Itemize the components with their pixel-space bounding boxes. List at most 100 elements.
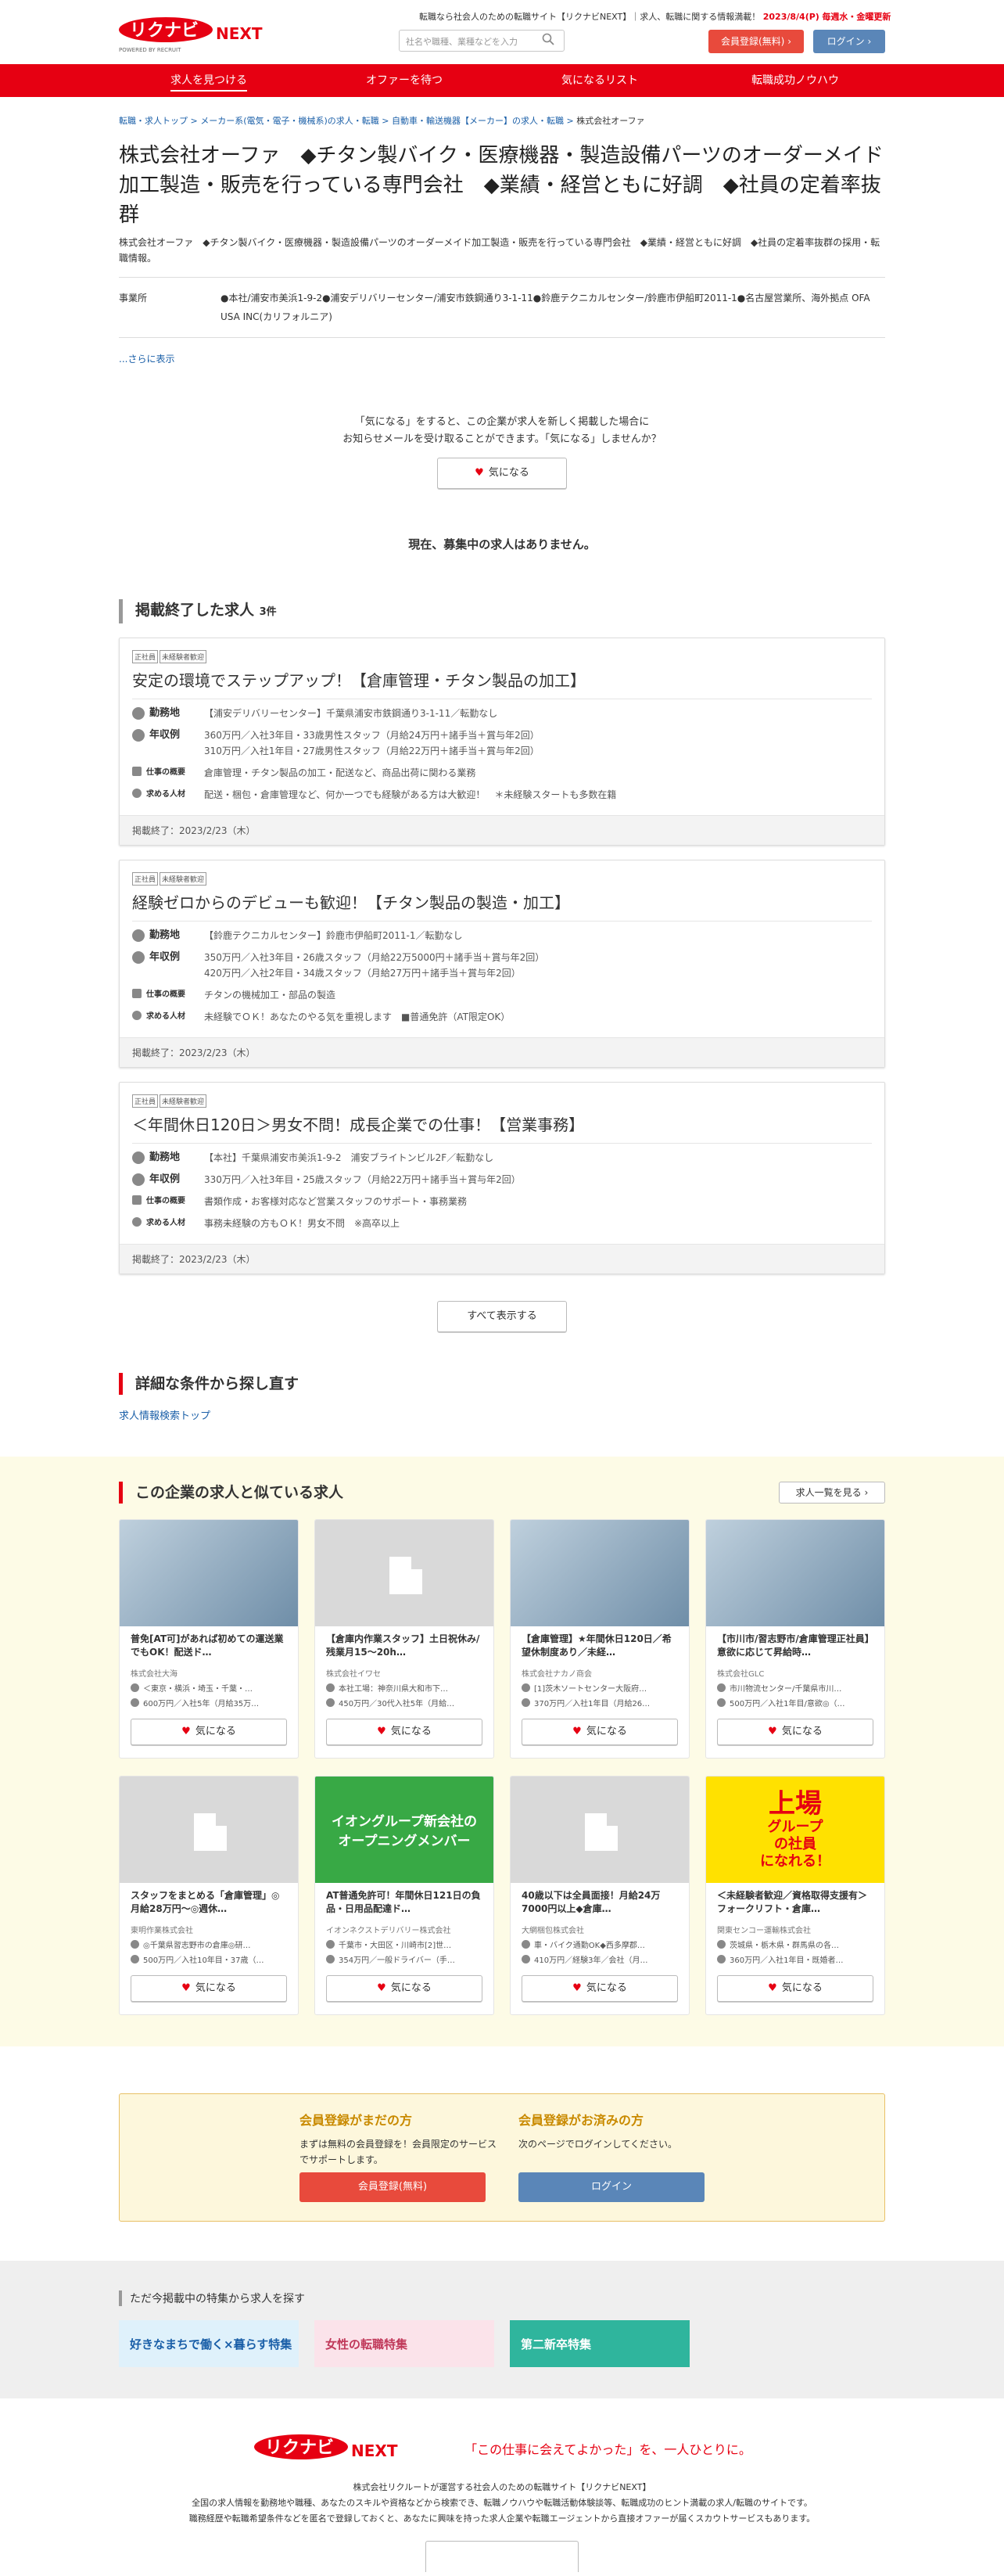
- job-title[interactable]: 経験ゼロからのデビューも歓迎！【チタン製品の製造・加工】: [132, 890, 872, 922]
- similar-job-title[interactable]: AT普通免許可！年間休日121日の負品・日用品配達ド…: [315, 1883, 493, 1922]
- login-label: ログイン: [827, 36, 865, 47]
- favorite-company-button[interactable]: ♥ 気になる: [437, 458, 567, 489]
- yen-icon: [131, 1698, 139, 1707]
- similar-job-card[interactable]: イオングループ新会社の オープニングメンバー AT普通免許可！年間休日121日の負…: [314, 1776, 494, 2015]
- show-all-button[interactable]: すべて表示する: [437, 1301, 567, 1332]
- requirement-label: 求める人材: [132, 1009, 204, 1025]
- favorite-button[interactable]: ♥ 気になる: [717, 1719, 873, 1745]
- update-date: 2023/8/4(P): [762, 12, 819, 22]
- register-label: 会員登録(無料): [721, 36, 785, 47]
- job-photo: [120, 1520, 298, 1626]
- banner-women[interactable]: 女性の転職特集: [314, 2320, 494, 2367]
- svg-text:NEXT: NEXT: [351, 2441, 398, 2460]
- nav-favorite-list[interactable]: 気になるリスト: [502, 64, 697, 97]
- similar-job-card[interactable]: 【倉庫管理】★年間休日120日／希望休制度あり／未経… 株式会社ナカノ商会 [1…: [510, 1519, 690, 1759]
- favorite-button[interactable]: ♥ 気になる: [131, 1975, 287, 2002]
- job-card[interactable]: 正社員 未経験者歓迎 ＜年間休日120日＞男女不問！成長企業での仕事！【営業事務】…: [119, 1082, 885, 1274]
- requirement-value: 未経験でＯＫ！あなたのやる気を重視します ■普通免許（AT限定OK）: [204, 1011, 511, 1022]
- location-label: 勤務地: [132, 928, 204, 943]
- similar-job-salary: 370万円／入社1年目（月給26…: [511, 1694, 689, 1708]
- search-top-link[interactable]: 求人情報検索トップ: [119, 1407, 885, 1422]
- similar-job-title[interactable]: 40歳以下は全員面接！月給24万7000円以上◆倉庫…: [511, 1883, 689, 1922]
- rikunabi-next-logo[interactable]: リクナビ NEXT POWERED BY RECRUIT: [117, 14, 313, 53]
- footer-page-top-button[interactable]: [425, 2541, 579, 2572]
- member-register-button[interactable]: 会員登録(無料): [299, 2172, 486, 2202]
- breadcrumb-item[interactable]: 自動車・輸送機器【メーカー】の求人・転職: [392, 116, 564, 126]
- similar-job-title[interactable]: 【市川市/習志野市/倉庫管理正社員】意欲に応じて昇給時…: [706, 1626, 884, 1665]
- banner-local-life[interactable]: 好きなまちで働く×暮らす特集: [119, 2320, 299, 2367]
- footer-logo[interactable]: リクナビ NEXT: [253, 2430, 448, 2467]
- office-value: ●本社/浦安市美浜1-9-2●浦安デリバリーセンター/浦安市鉄鋼通り3-1-11…: [221, 293, 870, 322]
- header: リクナビ NEXT POWERED BY RECRUIT 転職なら社会人のための…: [0, 0, 1004, 64]
- yen-icon: [717, 1955, 726, 1963]
- banner-second-grad[interactable]: 第二新卒特集: [510, 2320, 690, 2367]
- favorite-label: 気になる: [488, 467, 529, 479]
- register-button[interactable]: 会員登録(無料) ›: [708, 30, 804, 53]
- nav-know-how[interactable]: 転職成功ノウハウ: [697, 64, 893, 97]
- similar-job-card[interactable]: 普免[AT可]があれば初めての運送業でもOK！配送ド… 株式会社大海 ＜東京・横…: [119, 1519, 299, 1759]
- photo-caption: 上場: [769, 1788, 822, 1820]
- page-title: 株式会社オーファ ◆チタン製バイク・医療機器・製造設備パーツのオーダーメイド加工…: [119, 144, 884, 227]
- similar-job-card[interactable]: 40歳以下は全員面接！月給24万7000円以上◆倉庫… 大網梱包株式会社 車・バ…: [510, 1776, 690, 2015]
- job-list-button[interactable]: 求人一覧を見る ›: [779, 1482, 885, 1504]
- member-box: 会員登録がまだの方 まずは無料の会員登録を！会員限定のサービスでサポートします。…: [119, 2093, 885, 2222]
- pay-line: 420万円／入社2年目・34歳スタッフ（月給27万円＋諸手当＋賞与年2回）: [204, 968, 521, 979]
- breadcrumb: 転職・求人トップ > メーカー系(電気・電子・機械系)の求人・転職 > 自動車・…: [119, 116, 645, 126]
- nav-find-jobs[interactable]: 求人を見つける: [111, 64, 307, 97]
- photo-caption: になれる！: [760, 1853, 830, 1870]
- similar-job-title[interactable]: 【倉庫内作業スタッフ】土日祝休み/残業月15〜20h…: [315, 1626, 493, 1665]
- similar-job-card[interactable]: スタッフをまとめる「倉庫管理」◎月給28万円〜◎週休… 東明作業株式会社 ◎千葉…: [119, 1776, 299, 2015]
- similar-job-card[interactable]: 上場 グループ の社員 になれる！ ＜未経験者歓迎／資格取得支援有＞フォークリフト・倉…: [705, 1776, 885, 2015]
- similar-job-salary: 500万円／入社10年目・37歳（…: [120, 1950, 298, 1965]
- job-title[interactable]: 安定の環境でステップアップ！【倉庫管理・チタン製品の加工】: [132, 668, 872, 699]
- features-heading: ただ今掲載中の特集から求人を探す: [119, 2290, 885, 2306]
- job-photo: [706, 1520, 884, 1626]
- work-value: 倉庫管理・チタン製品の加工・配送など、商品出荷に関わる業務: [204, 767, 476, 778]
- similar-job-title[interactable]: ＜未経験者歓迎／資格取得支援有＞フォークリフト・倉庫…: [706, 1883, 884, 1922]
- favorite-button[interactable]: ♥ 気になる: [717, 1975, 873, 2002]
- search-input[interactable]: 社名や職種、業種などを入力: [399, 30, 565, 52]
- work-value: 書類作成・お客様対応など営業スタッフのサポート・事務業務: [204, 1196, 468, 1207]
- footer-line: 株式会社リクルートが運営する社会人のための転職サイト【リクナビNEXT】: [353, 2482, 651, 2492]
- briefcase-icon: [132, 1195, 142, 1205]
- person-icon: [132, 1217, 142, 1227]
- similar-job-card[interactable]: 【市川市/習志野市/倉庫管理正社員】意欲に応じて昇給時… 株式会社GLC 市川物…: [705, 1519, 885, 1759]
- similar-job-title[interactable]: スタッフをまとめる「倉庫管理」◎月給28万円〜◎週休…: [120, 1883, 298, 1922]
- photo-caption: グループ: [767, 1819, 823, 1835]
- nav-wait-offer[interactable]: オファーを待つ: [307, 64, 502, 97]
- search-icon[interactable]: [542, 33, 558, 49]
- job-title[interactable]: ＜年間休日120日＞男女不問！成長企業での仕事！【営業事務】: [132, 1112, 872, 1144]
- favorite-button[interactable]: ♥ 気になる: [131, 1719, 287, 1745]
- favorite-button[interactable]: ♥ 気になる: [326, 1975, 482, 2002]
- member-not-yet-heading: 会員登録がまだの方: [299, 2113, 413, 2128]
- heart-icon: ♥: [768, 1726, 777, 1737]
- banner-label: 好きなまちで働く×暮らす特集: [130, 2337, 292, 2351]
- heart-icon: ♥: [475, 467, 484, 479]
- job-card[interactable]: 正社員 未経験者歓迎 安定の環境でステップアップ！【倉庫管理・チタン製品の加工】 …: [119, 638, 885, 846]
- no-jobs-message: 現在、募集中の求人はありません。: [408, 537, 596, 551]
- favorite-button[interactable]: ♥ 気になる: [326, 1719, 482, 1745]
- photo-caption: オープニングメンバー: [338, 1834, 471, 1849]
- footer: リクナビ NEXT 「この仕事に会えてよかった」を、一人ひとりに。 株式会社リク…: [0, 2398, 1004, 2572]
- similar-job-salary: 450万円／30代入社5年（月給…: [315, 1694, 493, 1708]
- job-tags: 正社員 未経験者歓迎: [132, 1092, 872, 1108]
- similar-job-card[interactable]: 【倉庫内作業スタッフ】土日祝休み/残業月15〜20h… 株式会社イワセ 本社工場…: [314, 1519, 494, 1759]
- ended-heading-text: 掲載終了した求人: [135, 602, 255, 619]
- favorite-label: 気になる: [781, 1726, 823, 1737]
- work-label: 仕事の概要: [132, 765, 204, 781]
- favorite-button[interactable]: ♥ 気になる: [522, 1975, 678, 2002]
- similar-job-location: 市川物流センター/千葉県市川…: [706, 1679, 884, 1694]
- yen-icon: [132, 1173, 145, 1186]
- footer-line: 全国の求人情報を勤務地や職種、あなたのスキルや資格などから検索でき、転職ノウハウ…: [192, 2498, 812, 2508]
- similar-job-title[interactable]: 【倉庫管理】★年間休日120日／希望休制度あり／未経…: [511, 1626, 689, 1665]
- show-more-link[interactable]: ...さらに表示: [119, 352, 885, 365]
- favorite-button[interactable]: ♥ 気になる: [522, 1719, 678, 1745]
- similar-jobs-heading: この企業の求人と似ている求人: [119, 1482, 885, 1504]
- job-card[interactable]: 正社員 未経験者歓迎 経験ゼロからのデビューも歓迎！【チタン製品の製造・加工】 勤…: [119, 860, 885, 1068]
- member-login-button[interactable]: ログイン: [518, 2172, 705, 2202]
- location-icon: [326, 1683, 335, 1692]
- breadcrumb-item[interactable]: 転職・求人トップ: [119, 116, 188, 126]
- login-button[interactable]: ログイン ›: [813, 30, 885, 53]
- similar-job-title[interactable]: 普免[AT可]があれば初めての運送業でもOK！配送ド…: [120, 1626, 298, 1665]
- breadcrumb-item[interactable]: メーカー系(電気・電子・機械系)の求人・転職: [200, 116, 379, 126]
